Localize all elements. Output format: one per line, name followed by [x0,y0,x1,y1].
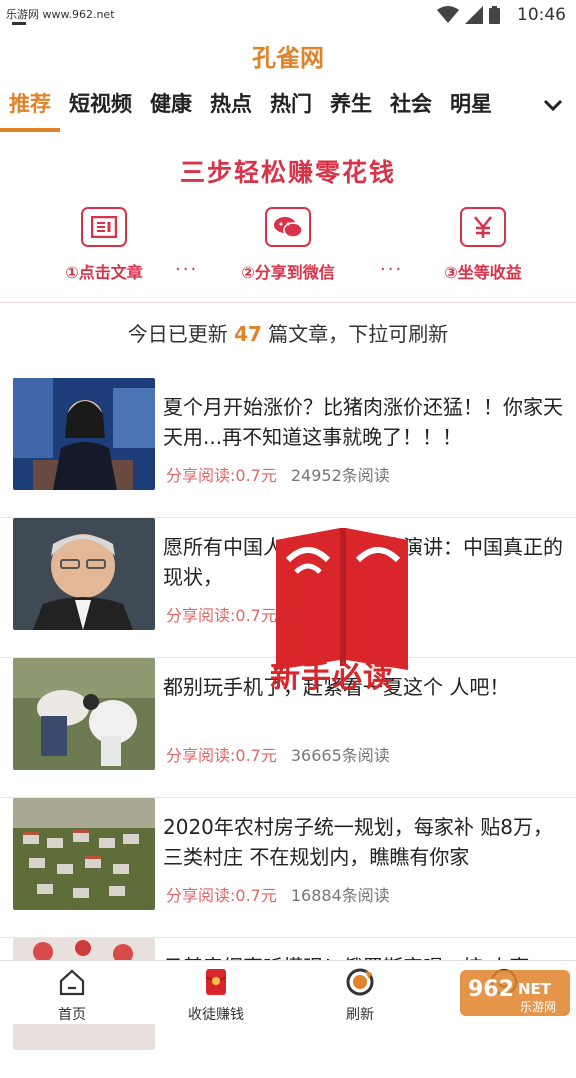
tab-recommend[interactable]: 推荐 [0,86,60,132]
tab-health[interactable]: 健康 [141,86,201,132]
tab-hotspot[interactable]: 热点 [201,86,261,132]
status-indicator [12,22,26,25]
svg-text:乐游网: 乐游网 [520,1000,556,1014]
article-meta: 分享阅读:0.7元 36665条阅读 [166,742,390,766]
watermark-logo: 962 NET 乐游网 [460,970,570,1016]
step-label: ②分享到微信 [241,263,335,282]
svg-text:962: 962 [468,977,514,1002]
nav-home[interactable]: 首页 [0,961,144,1024]
tab-short-video[interactable]: 短视频 [60,86,141,132]
yuan-icon [460,207,506,247]
battery-icon [489,6,500,24]
tab-celebrity[interactable]: 明星 [441,86,501,132]
nav-invite-label: 收徒赚钱 [188,1007,244,1023]
signal-icon [465,6,483,24]
status-bar: 乐游网 www.962.net 10:46 [0,0,576,30]
nav-home-label: 首页 [58,1007,86,1023]
wifi-icon [437,6,459,23]
red-envelope-icon [205,969,227,995]
status-icons [437,6,500,24]
step-dots: ··· [380,259,404,280]
tab-popular[interactable]: 热门 [261,86,321,132]
nav-refresh[interactable]: 刷新 [288,961,432,1024]
wechat-icon [265,207,311,247]
earn-guide-banner[interactable]: 三步轻松赚零花钱 ①点击文章 ··· ②分享到微信 ··· ③坐等收益 [0,135,576,303]
article-thumbnail [13,658,155,770]
read-count: 24952条阅读 [290,466,390,485]
share-reward: 分享阅读:0.7元 [166,886,277,905]
status-site: 乐游网 www.962.net [6,8,115,21]
article-meta: 分享阅读:0.7元 16884条阅读 [166,882,390,906]
article-meta: 分享阅读:0.7元 24952条阅读 [166,462,390,486]
article-item[interactable]: 夏个月开始涨价？比猪肉涨价还猛！！你家天天用...再不知道这事就晚了！！！ 分享… [0,378,576,518]
update-prefix: 今日已更新 [127,322,235,346]
share-reward: 分享阅读:0.7元 [166,746,277,765]
tab-wellness[interactable]: 养生 [321,86,381,132]
article-thumbnail [13,378,155,490]
chevron-down-icon[interactable] [540,92,566,118]
read-count: 36665条阅读 [290,746,390,765]
category-tabs: 推荐 短视频 健康 热点 热门 养生 社会 明星 [0,86,576,132]
article-icon [81,207,127,247]
refresh-icon [346,968,374,996]
step-wait-earnings: ③坐等收益 [403,207,563,283]
read-count: 16884条阅读 [290,886,390,905]
banner-title: 三步轻松赚零花钱 [179,158,396,187]
home-icon [59,969,85,996]
article-thumbnail [13,798,155,910]
nav-invite-earn[interactable]: 收徒赚钱 [144,961,288,1024]
newbie-guide-label[interactable]: 新手必读 [270,652,394,696]
update-count: 47 [234,322,262,346]
step-click-article: ①点击文章 [24,207,184,283]
article-title: 夏个月开始涨价？比猪肉涨价还猛！！你家天天用...再不知道这事就晚了！！！ [163,395,563,449]
article-thumbnail [13,518,155,630]
status-time: 10:46 [517,5,566,25]
step-label: ③坐等收益 [444,263,522,282]
step-label: ①点击文章 [65,263,143,282]
tab-society[interactable]: 社会 [381,86,441,132]
step-dots: ··· [175,259,199,280]
share-reward: 分享阅读:0.7元 [166,466,277,485]
article-title: 2020年农村房子统一规划，每家补 贴8万，三类村庄 不在规划内，瞧瞧有你家 [163,815,553,869]
nav-refresh-label: 刷新 [346,1007,374,1023]
app-title: 孔雀网 [252,44,324,72]
svg-text:NET: NET [518,980,552,998]
article-item[interactable]: 2020年农村房子统一规划，每家补 贴8万，三类村庄 不在规划内，瞧瞧有你家 分… [0,798,576,938]
step-share-wechat: ②分享到微信 [208,207,368,283]
update-notice: 今日已更新 47 篇文章，下拉可刷新 [0,318,576,347]
update-suffix: 篇文章，下拉可刷新 [261,322,449,346]
share-reward: 分享阅读:0.7元 [166,606,277,625]
